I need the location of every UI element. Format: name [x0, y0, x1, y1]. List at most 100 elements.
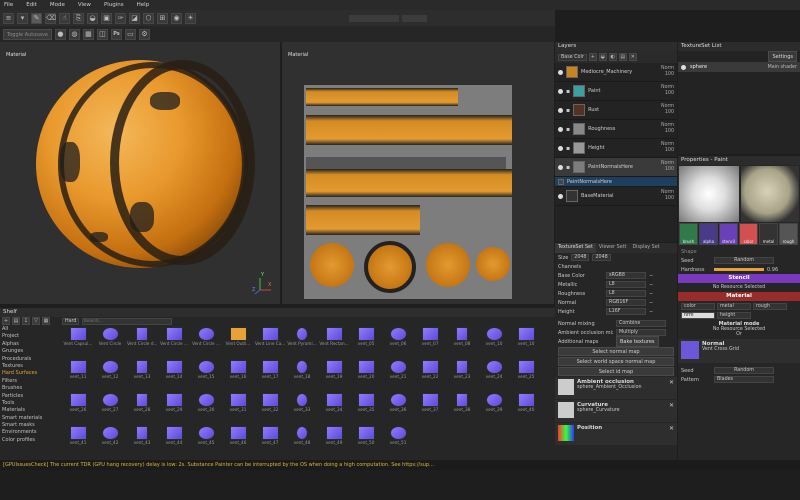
eye-icon[interactable] [558, 126, 563, 132]
eye-icon[interactable] [558, 193, 563, 199]
shelf-filter-tag[interactable]: Hard [62, 318, 80, 325]
shelf-item[interactable]: vent_35 [350, 393, 382, 426]
shelf-folder-icon[interactable]: ▤ [12, 317, 20, 325]
monitor-icon[interactable]: ▭ [124, 28, 136, 40]
brush-icon[interactable]: ✎ [31, 12, 42, 24]
grid-icon[interactable]: ▦ [82, 28, 94, 40]
shelf-category[interactable]: Color profiles [2, 437, 58, 444]
mat-nrm-button[interactable]: nrm [681, 312, 715, 319]
shelf-category[interactable]: Textures [2, 363, 58, 370]
size-slider[interactable] [402, 14, 427, 22]
photoshop-icon[interactable]: Ps [110, 28, 122, 40]
channel-format[interactable]: RGB16F [606, 299, 646, 306]
blend-mode[interactable]: Norm [661, 142, 674, 147]
layer-row[interactable]: ▪ Paint Norm 100 [555, 82, 677, 101]
mat-height-button[interactable]: height [717, 312, 751, 319]
dropdown-icon[interactable]: ▾ [17, 12, 28, 24]
remove-channel-icon[interactable]: − [649, 291, 653, 297]
layer-blend[interactable]: Norm 100 [661, 161, 677, 173]
blend-mode[interactable]: Norm [661, 104, 674, 109]
shelf-item[interactable]: vent_30 [190, 393, 222, 426]
size-select-2[interactable]: 2048 [592, 254, 611, 261]
eye-icon[interactable] [558, 88, 563, 94]
shelf-item[interactable]: vent_34 [318, 393, 350, 426]
shelf-category[interactable]: Smart masks [2, 422, 58, 429]
camera-icon[interactable]: ◉ [171, 12, 182, 24]
blend-mode[interactable]: Norm [661, 85, 674, 90]
shelf-category[interactable]: Particles [2, 393, 58, 400]
shelf-item[interactable]: vent_05 [350, 327, 382, 360]
eye-icon[interactable] [558, 69, 563, 75]
layer-row[interactable]: ▪ Rust Norm 100 [555, 101, 677, 120]
flow-slider[interactable] [349, 14, 399, 22]
baked-map[interactable]: Ambient occlusion sphere_Ambient_Occlusio… [555, 377, 677, 399]
shelf-item[interactable]: vent_28 [126, 393, 158, 426]
hardness-slider[interactable] [714, 268, 764, 271]
add-layer-icon[interactable]: + [588, 53, 597, 61]
shelf-item[interactable]: vent_16 [222, 360, 254, 393]
channel-format[interactable]: L8 [606, 290, 646, 297]
shelf-category[interactable]: Tools [2, 400, 58, 407]
shelf-item[interactable]: vent_32 [254, 393, 286, 426]
shelf-item[interactable]: vent_22 [414, 360, 446, 393]
hardness-value[interactable]: 0.96 [767, 267, 778, 273]
normal-mixing-select[interactable]: Combine [616, 320, 666, 327]
layer-row[interactable]: PaintNormalsHere [555, 177, 677, 187]
seed-button[interactable]: Random [714, 257, 774, 264]
select-normal-map-button[interactable]: Select normal map [558, 347, 674, 356]
shelf-item[interactable]: vent_10 [510, 327, 542, 360]
remove-channel-icon[interactable]: − [649, 273, 653, 279]
shelf-item[interactable]: vent_19 [318, 360, 350, 393]
shelf-item[interactable]: vent_18 [286, 360, 318, 393]
picker-icon[interactable]: ✑ [115, 12, 126, 24]
blend-mode[interactable]: Norm [661, 123, 674, 128]
shelf-item[interactable]: vent_11 [62, 360, 94, 393]
layer-blend[interactable]: Norm 100 [661, 66, 677, 78]
shelf-view-icon[interactable]: ▦ [42, 317, 50, 325]
layer-blend[interactable]: Norm 100 [661, 190, 677, 202]
shelf-item[interactable]: Vent Outli... [222, 327, 254, 360]
property-thumb[interactable]: metal [759, 223, 778, 245]
shelf-item[interactable]: vent_12 [94, 360, 126, 393]
layer-blend[interactable]: Norm 100 [661, 85, 677, 97]
shelf-item[interactable]: vent_50 [350, 426, 382, 459]
eye-icon[interactable] [558, 145, 563, 151]
shelf-item[interactable]: vent_10 [478, 327, 510, 360]
shelf-category[interactable]: Grunges [2, 348, 58, 355]
light-icon[interactable]: ☀ [185, 12, 196, 24]
property-thumb[interactable]: alpha [699, 223, 718, 245]
baked-map[interactable]: Curvature sphere_Curvature ✕ [555, 400, 677, 422]
shelf-item[interactable]: vent_44 [158, 426, 190, 459]
bake-textures-button[interactable]: Bake textures [616, 336, 659, 347]
uv-texture-view[interactable] [304, 85, 512, 299]
mat-color-button[interactable]: color [681, 303, 715, 310]
channel-select[interactable]: Base Colr [558, 53, 587, 61]
shelf-item[interactable]: vent_49 [318, 426, 350, 459]
geometry-mask-icon[interactable]: ◪ [129, 12, 140, 24]
opacity-value[interactable]: 100 [665, 91, 674, 96]
projection-icon[interactable]: ▣ [101, 12, 112, 24]
pattern-select[interactable]: Blades [714, 376, 774, 383]
shelf-category[interactable]: Smart materials [2, 415, 58, 422]
opacity-value[interactable]: 100 [665, 72, 674, 77]
layer-row[interactable]: ▪ Roughness Norm 100 [555, 120, 677, 139]
remove-channel-icon[interactable]: − [649, 309, 653, 315]
viewport-3d[interactable]: Material X Y Z [0, 42, 280, 304]
shelf-item[interactable]: vent_14 [158, 360, 190, 393]
normal-resource[interactable]: Normal Vent Cross Grid [678, 339, 800, 363]
shelf-item[interactable]: vent_42 [94, 426, 126, 459]
shelf-category[interactable]: Procedurals [2, 356, 58, 363]
layer-blend[interactable]: Norm 100 [661, 104, 677, 116]
shelf-item[interactable]: vent_43 [126, 426, 158, 459]
shelf-item[interactable]: vent_24 [478, 360, 510, 393]
add-mask-icon[interactable]: ◐ [608, 53, 617, 61]
shelf-item[interactable]: vent_31 [222, 393, 254, 426]
shelf-category[interactable]: Project [2, 333, 58, 340]
layer-row[interactable]: ▪ PaintNormalsHere Norm 100 [555, 158, 677, 177]
opacity-value[interactable]: 100 [665, 148, 674, 153]
shelf-category[interactable]: Materials [2, 407, 58, 414]
baked-map[interactable]: Position ✕ [555, 423, 677, 445]
shelf-item[interactable]: vent_07 [414, 327, 446, 360]
split-icon[interactable]: ◫ [96, 28, 108, 40]
shelf-category[interactable]: Environments [2, 429, 58, 436]
